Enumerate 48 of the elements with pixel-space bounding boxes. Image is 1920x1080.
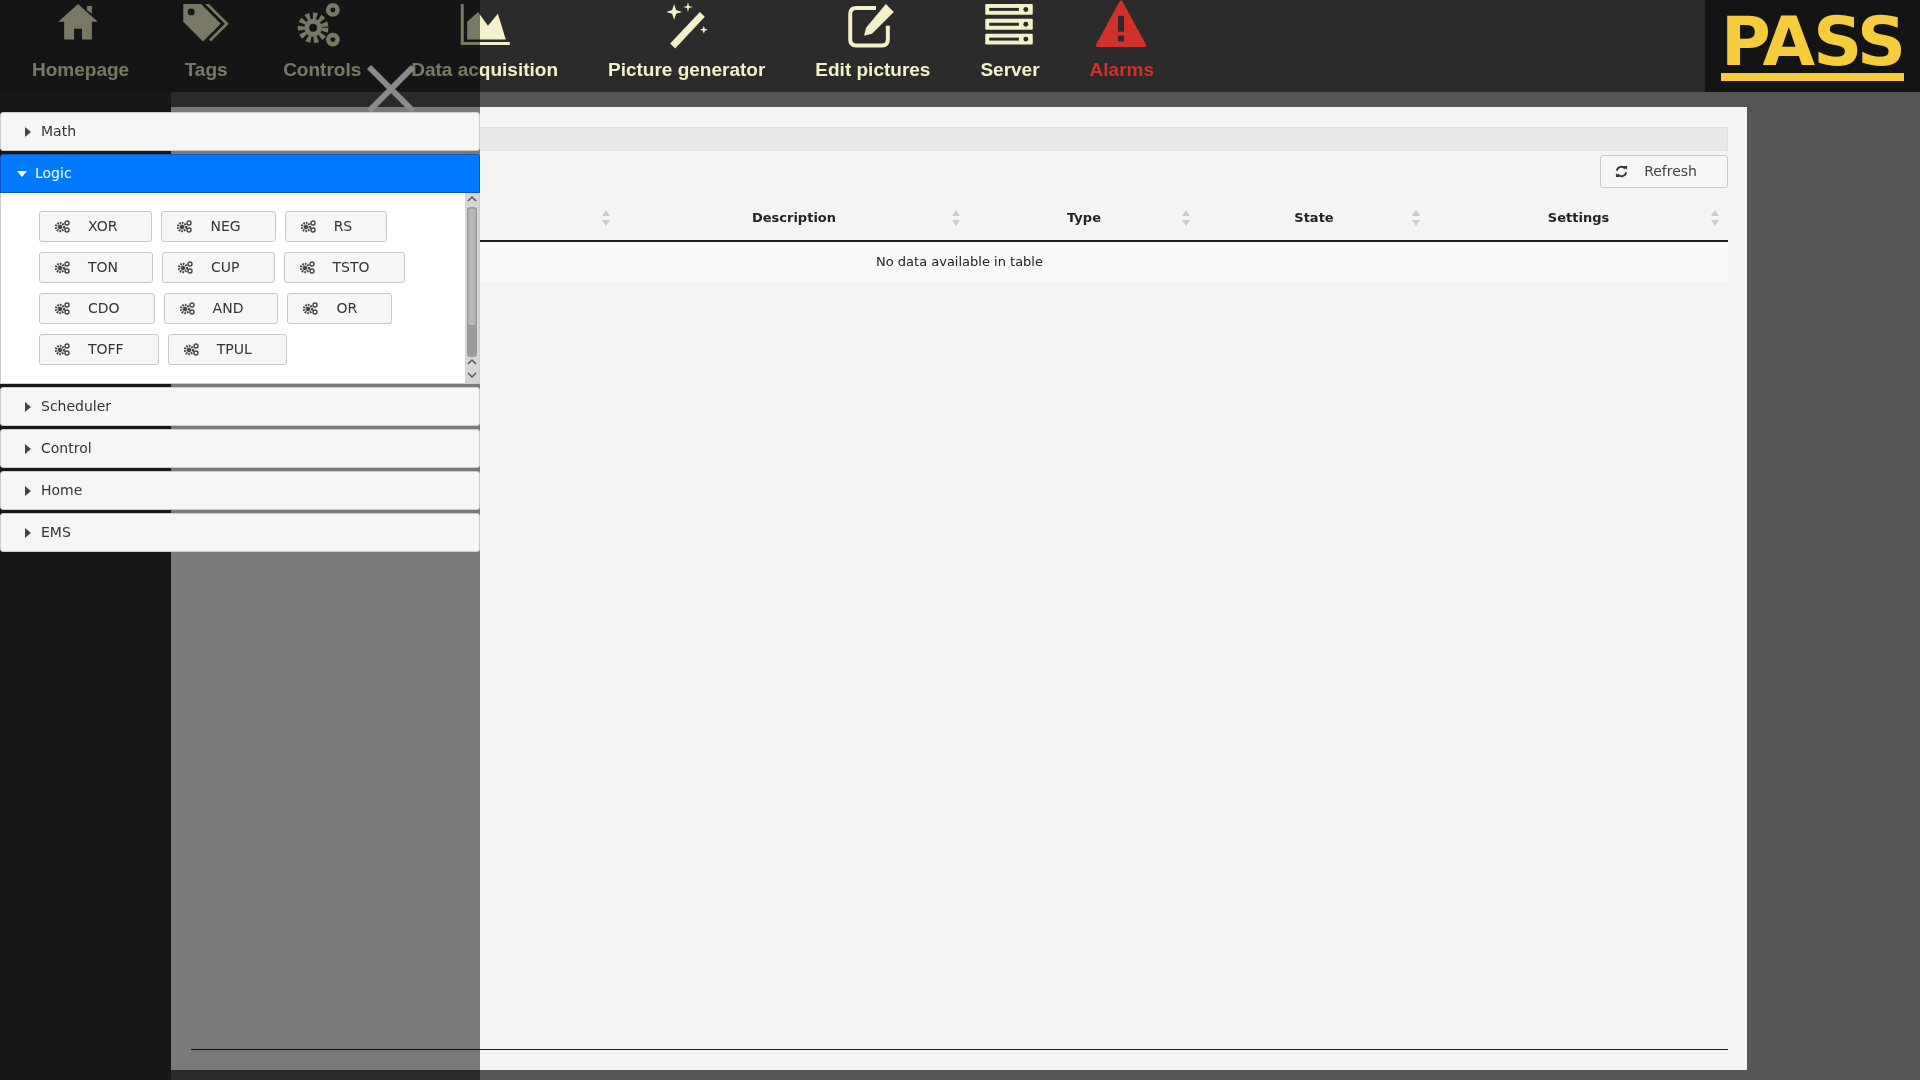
column-header[interactable]: State: [1294, 210, 1334, 225]
sort-icon: [1710, 209, 1720, 227]
column-header[interactable]: Type: [1067, 210, 1101, 225]
block-button[interactable]: AND: [163, 293, 279, 324]
nav-item[interactable]: Server: [980, 0, 1040, 92]
gears-icon: [55, 220, 70, 233]
accordion-header[interactable]: Control: [0, 429, 480, 468]
nav-item[interactable]: Homepage: [32, 0, 130, 92]
nav-item[interactable]: Controls: [283, 0, 362, 92]
block-button[interactable]: XOR: [39, 211, 153, 242]
gears-icon: [55, 302, 70, 315]
sort-icon: [951, 209, 961, 227]
sort-icon: [1181, 209, 1191, 227]
block-button[interactable]: RS: [284, 211, 388, 242]
nav-item[interactable]: Tags: [179, 0, 234, 92]
accordion-header[interactable]: Logic: [0, 154, 480, 193]
block-button[interactable]: CDO: [39, 293, 155, 324]
nav-item[interactable]: Picture generator: [608, 0, 766, 92]
gears-icon: [183, 343, 199, 356]
block-button[interactable]: CUP: [162, 252, 275, 283]
gears-icon: [178, 261, 194, 274]
block-button[interactable]: OR: [287, 293, 393, 324]
nav-item[interactable]: Edit pictures: [815, 0, 931, 92]
refresh-icon: [1615, 165, 1629, 178]
accordion-header[interactable]: EMS: [0, 513, 480, 552]
sort-icon: [1411, 209, 1421, 227]
sort-icon: [601, 209, 611, 227]
block-button[interactable]: TSTO: [283, 252, 405, 283]
refresh-button[interactable]: Refresh: [1600, 155, 1728, 188]
logo: PASS: [1720, 11, 1905, 81]
gears-icon: [55, 261, 70, 274]
scrollbar[interactable]: [465, 193, 479, 383]
gears-icon: [299, 261, 315, 274]
block-button[interactable]: TON: [39, 252, 154, 283]
block-button[interactable]: TPUL: [167, 334, 287, 365]
column-header[interactable]: Description: [751, 210, 837, 225]
gears-icon: [55, 343, 70, 356]
gears-icon: [303, 302, 319, 315]
gears-icon: [300, 220, 316, 233]
column-header[interactable]: Settings: [1547, 210, 1610, 225]
accordion-header[interactable]: Home: [0, 471, 480, 510]
gears-icon: [177, 220, 193, 233]
gears-icon: [179, 302, 195, 315]
accordion-header[interactable]: Math: [0, 112, 480, 151]
block-button[interactable]: NEG: [161, 211, 276, 242]
block-button[interactable]: TOFF: [39, 334, 159, 365]
nav-item[interactable]: Data acquisition: [411, 0, 558, 92]
accordion-header[interactable]: Scheduler: [0, 387, 480, 426]
